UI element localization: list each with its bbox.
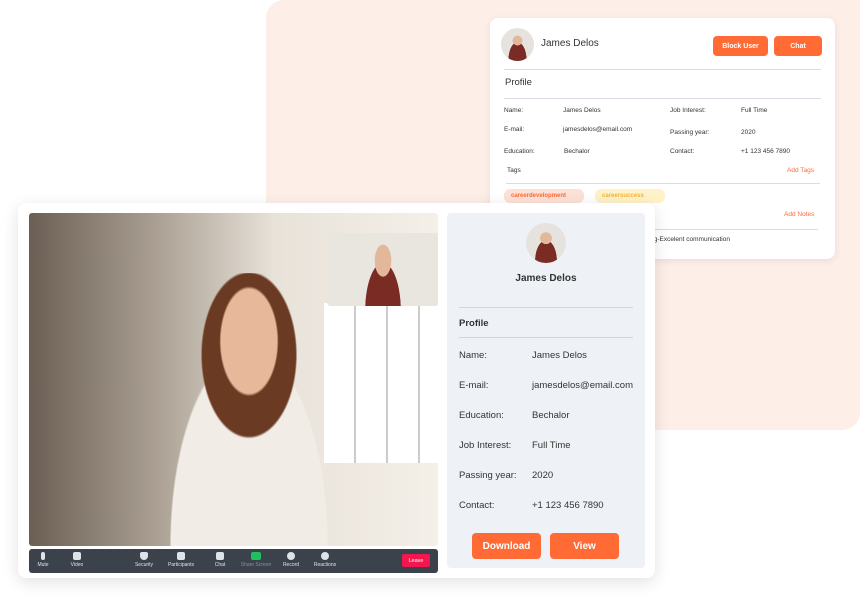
video-button[interactable]: Video: [60, 552, 94, 568]
record-button[interactable]: Record: [274, 552, 308, 568]
user-name: James Delos: [515, 273, 577, 284]
add-tags-link[interactable]: Add Tags: [787, 167, 814, 174]
field-education: Education: Bechalor: [459, 410, 570, 421]
main-video: [29, 213, 438, 546]
field-email: E-mail: jamesdelos@email.com: [459, 380, 633, 391]
video-call-window: Mute Video Security Participants Chat Sh…: [18, 203, 655, 578]
emoji-icon: [321, 552, 329, 560]
mute-button[interactable]: Mute: [26, 552, 60, 568]
field-value: Full Time: [741, 107, 768, 114]
call-toolbar: Mute Video Security Participants Chat Sh…: [29, 549, 438, 573]
reactions-button[interactable]: Reactions: [308, 552, 342, 568]
leave-button[interactable]: Leave: [402, 554, 430, 567]
microphone-icon: [41, 552, 45, 560]
field-value: jamesdelos@email.com: [563, 126, 633, 133]
participant-video: [139, 273, 359, 546]
profile-title: Profile: [459, 318, 489, 329]
field-label: E-mail:: [504, 126, 525, 133]
field-value: James Delos: [563, 107, 601, 114]
security-button[interactable]: Security: [127, 552, 161, 568]
chat-button[interactable]: Chat: [774, 36, 822, 56]
field-label: Contact:: [670, 148, 695, 155]
field-value: +1 123 456 7890: [741, 148, 790, 155]
field-label: Passing year:: [670, 129, 710, 136]
field-label: Job Interest:: [670, 107, 706, 114]
self-view-thumbnail[interactable]: [327, 233, 438, 306]
share-screen-icon: [251, 552, 261, 560]
field-contact: Contact: +1 123 456 7890: [459, 500, 604, 511]
field-passing-year: Passing year: 2020: [459, 470, 554, 481]
block-user-button[interactable]: Block User: [713, 36, 768, 56]
field-label: Education:: [504, 148, 535, 155]
profile-panel: James Delos Profile Name: James Delos E-m…: [447, 213, 645, 568]
add-notes-link[interactable]: Add Notes: [784, 211, 814, 218]
field-label: Name:: [504, 107, 524, 114]
download-button[interactable]: Download: [472, 533, 541, 559]
participants-icon: [177, 552, 185, 560]
tags-label: Tags: [507, 167, 521, 174]
field-value: 2020: [741, 129, 756, 136]
view-button[interactable]: View: [550, 533, 619, 559]
avatar: [501, 28, 534, 61]
record-icon: [287, 552, 295, 560]
field-name: Name: James Delos: [459, 350, 587, 361]
avatar: [526, 223, 566, 263]
profile-title: Profile: [505, 77, 532, 88]
chat-button[interactable]: Chat: [203, 552, 237, 568]
chat-icon: [216, 552, 224, 560]
field-job-interest: Job Interest: Full Time: [459, 440, 571, 451]
user-name: James Delos: [541, 38, 599, 49]
shield-icon: [140, 552, 148, 560]
share-screen-button[interactable]: Share Screen: [239, 552, 273, 568]
participants-button[interactable]: Participants: [164, 552, 198, 568]
tag[interactable]: careersuccess: [595, 189, 665, 203]
tag[interactable]: careerdevelopment: [504, 189, 584, 203]
field-value: Bechalor: [564, 148, 590, 155]
camera-icon: [73, 552, 81, 560]
